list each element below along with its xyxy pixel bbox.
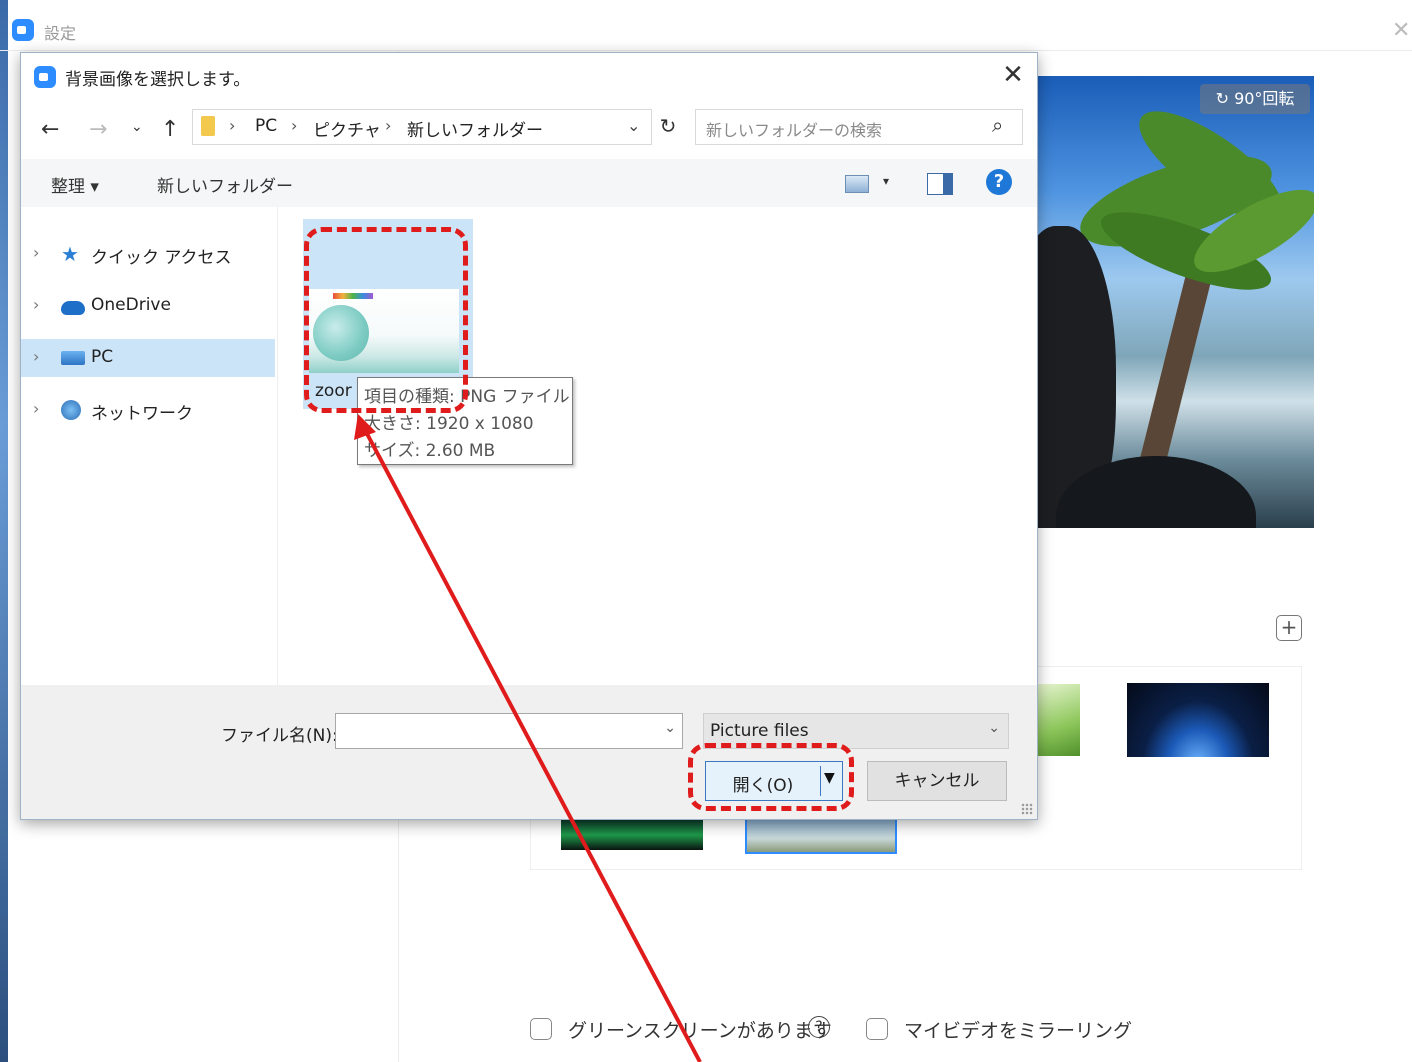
up-arrow-icon[interactable]: ↑ xyxy=(161,117,179,142)
green-screen-label: グリーンスクリーンがあります xyxy=(568,1020,832,1042)
nav-item-label: PC xyxy=(91,347,114,367)
nav-item-label: クイック アクセス xyxy=(91,248,232,268)
rotate-label: 90°回転 xyxy=(1234,89,1295,108)
tooltip-size: サイズ: 2.60 MB xyxy=(364,441,496,461)
green-screen-checkbox[interactable] xyxy=(530,1018,552,1040)
nav-item-pc[interactable]: › PC xyxy=(21,339,275,377)
search-placeholder: 新しいフォルダーの検索 xyxy=(706,121,883,140)
chevron-right-icon[interactable]: › xyxy=(33,295,39,314)
cloud-icon xyxy=(61,301,85,315)
cancel-button[interactable]: キャンセル xyxy=(867,761,1007,801)
breadcrumb-separator-icon: › xyxy=(385,116,392,135)
green-screen-option[interactable]: グリーンスクリーンがあります ? xyxy=(530,1016,870,1042)
dialog-title: 背景画像を選択します。 xyxy=(65,70,251,90)
nav-item-label: ネットワーク xyxy=(91,404,193,424)
settings-close-icon[interactable]: ✕ xyxy=(1392,18,1410,43)
nav-item-label: OneDrive xyxy=(91,295,171,315)
view-dropdown-icon[interactable]: ▾ xyxy=(883,174,889,188)
nav-item-quick-access[interactable]: › ★ クイック アクセス xyxy=(21,235,275,273)
background-thumb-earth[interactable] xyxy=(1127,683,1269,757)
breadcrumb-separator-icon: › xyxy=(229,116,236,135)
breadcrumb-pc[interactable]: PC xyxy=(255,116,277,136)
navigation-pane: › ★ クイック アクセス › OneDrive › PC › ネットワーク xyxy=(21,207,278,685)
filename-label: ファイル名(N): xyxy=(221,726,338,746)
view-options-icon[interactable] xyxy=(845,175,869,193)
breadcrumb-new-folder[interactable]: 新しいフォルダー xyxy=(407,116,543,141)
file-type-value: Picture files xyxy=(710,721,809,741)
background-preview xyxy=(1036,76,1314,528)
back-arrow-icon[interactable]: ← xyxy=(41,117,59,142)
breadcrumb-pictures[interactable]: ピクチャ xyxy=(313,116,381,141)
chevron-down-icon[interactable]: ⌄ xyxy=(664,720,676,736)
annotation-highlight-open xyxy=(688,743,854,811)
chevron-down-icon[interactable]: ⌄ xyxy=(988,720,1000,736)
settings-titlebar: 設定 ✕ xyxy=(0,10,1412,51)
rotate-button[interactable]: ↻ 90°回転 xyxy=(1200,84,1310,114)
recent-locations-icon[interactable]: ⌄ xyxy=(131,119,143,135)
help-icon[interactable]: ? xyxy=(808,1016,830,1038)
star-icon: ★ xyxy=(61,242,79,266)
background-thumb-grass[interactable] xyxy=(1036,684,1080,756)
dialog-toolbar: 整理 ▾ 新しいフォルダー ▾ ? xyxy=(21,159,1037,207)
zoom-logo-icon xyxy=(34,66,56,88)
annotation-highlight-file xyxy=(304,227,468,413)
refresh-icon[interactable]: ↻ xyxy=(653,109,683,143)
dialog-close-icon[interactable]: ✕ xyxy=(997,59,1029,91)
background-thumb-beach-selected[interactable] xyxy=(745,816,897,854)
organize-menu[interactable]: 整理 ▾ xyxy=(51,172,99,197)
new-folder-button[interactable]: 新しいフォルダー xyxy=(157,172,293,197)
folder-icon xyxy=(201,116,215,136)
add-background-button[interactable]: + xyxy=(1276,615,1302,641)
nav-item-network[interactable]: › ネットワーク xyxy=(21,391,275,429)
nav-item-onedrive[interactable]: › OneDrive xyxy=(21,287,275,325)
address-bar[interactable]: › PC › ピクチャ › 新しいフォルダー ⌄ xyxy=(192,109,652,145)
chevron-right-icon[interactable]: › xyxy=(33,347,39,366)
help-icon[interactable]: ? xyxy=(986,169,1012,195)
breadcrumb-separator-icon: › xyxy=(291,116,298,135)
settings-title: 設定 xyxy=(44,24,77,43)
mirror-label: マイビデオをミラーリング xyxy=(904,1020,1133,1042)
filename-input[interactable]: ⌄ xyxy=(335,713,683,749)
chevron-right-icon[interactable]: › xyxy=(33,399,39,418)
mirror-option[interactable]: マイビデオをミラーリング xyxy=(866,1016,1132,1042)
resize-grip-icon[interactable] xyxy=(1021,803,1033,815)
chevron-right-icon[interactable]: › xyxy=(33,243,39,262)
background-thumb-aurora[interactable] xyxy=(561,820,703,850)
mirror-checkbox[interactable] xyxy=(866,1018,888,1040)
forward-arrow-icon[interactable]: → xyxy=(89,117,107,142)
chevron-down-icon[interactable]: ⌄ xyxy=(627,116,640,135)
search-box[interactable]: 新しいフォルダーの検索 ⌕ xyxy=(695,109,1023,145)
network-icon xyxy=(61,400,81,420)
dialog-footer: ファイル名(N): ⌄ Picture files ⌄ 開く(O) ▼ キャンセ… xyxy=(21,685,1037,819)
search-icon[interactable]: ⌕ xyxy=(992,113,1003,137)
zoom-logo-icon xyxy=(12,19,34,41)
preview-pane-icon[interactable] xyxy=(927,173,953,195)
computer-icon xyxy=(61,351,85,365)
